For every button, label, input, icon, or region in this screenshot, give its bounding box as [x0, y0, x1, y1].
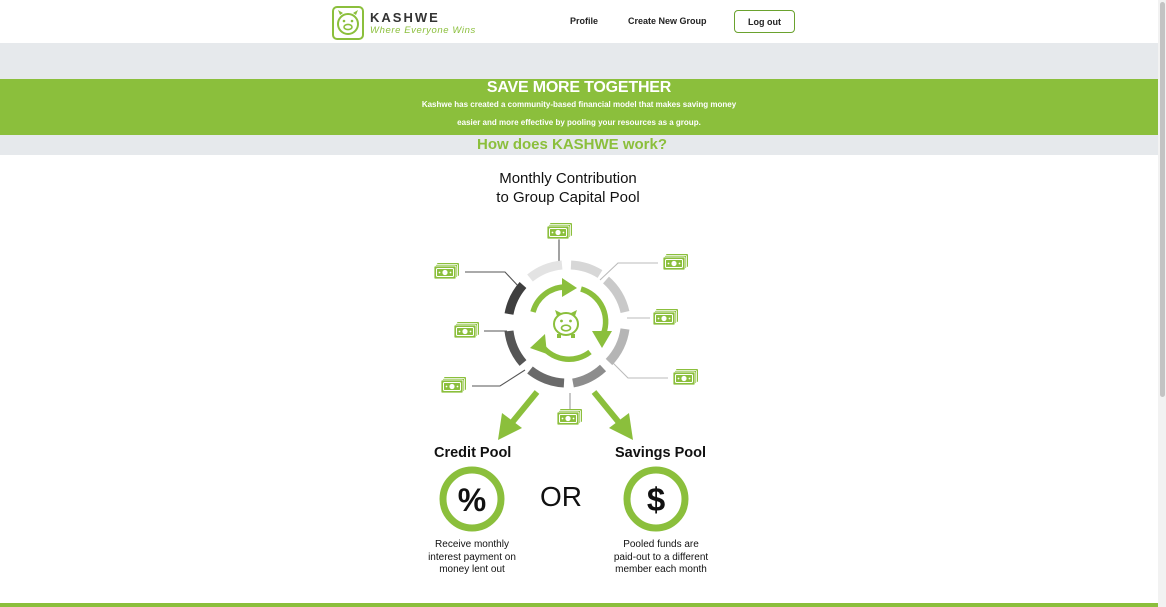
money-icon	[440, 376, 467, 394]
or-text: OR	[540, 481, 582, 512]
credit-pool-circle	[439, 466, 505, 532]
inner-cycle	[530, 284, 609, 362]
money-icon	[662, 253, 689, 271]
brand-logo[interactable]: KASHWE Where Everyone Wins	[332, 6, 492, 42]
nav-profile-link[interactable]: Profile	[570, 16, 598, 26]
banner-title: SAVE MORE TOGETHER	[486, 79, 672, 96]
hero-band	[0, 43, 1158, 79]
banner-text-line-1: Kashwe has created a community-based fin…	[421, 100, 737, 109]
savings-desc-line-2: paid-out to a different	[613, 551, 709, 563]
credit-desc-line-1: Receive monthly	[435, 539, 509, 550]
banner-text-line-2: easier and more effective by pooling you…	[457, 118, 701, 127]
how-it-works-heading: How does KASHWE work?	[476, 136, 667, 153]
split-arrows	[498, 390, 633, 440]
money-icons	[433, 222, 699, 426]
money-icon	[453, 321, 480, 339]
money-icon	[546, 222, 573, 240]
diagram-title-line-2: to Group Capital Pool	[496, 189, 640, 206]
percent-icon: %	[458, 482, 486, 518]
diagram-title-line-1: Monthly Contribution	[499, 170, 637, 187]
footer-divider	[0, 603, 1158, 607]
nav-create-group-link[interactable]: Create New Group	[628, 16, 707, 26]
savings-desc-line-3: member each month	[615, 564, 707, 575]
credit-desc-line-3: money lent out	[439, 564, 505, 575]
savings-desc-line-1: Pooled funds are	[623, 539, 699, 550]
savings-pool-description: Pooled funds are paid-out to a different…	[601, 539, 721, 577]
money-icon	[556, 408, 583, 426]
pig-logo-icon	[332, 6, 364, 40]
brand-name: KASHWE	[370, 10, 440, 25]
outer-ring	[504, 260, 630, 388]
dollar-icon: $	[647, 481, 665, 518]
money-icon	[672, 368, 699, 386]
credit-pool-description: Receive monthly interest payment on mone…	[412, 539, 532, 577]
brand-tagline: Where Everyone Wins	[370, 25, 476, 36]
credit-pool-label: Credit Pool	[434, 445, 512, 461]
savings-pool-circle	[623, 466, 689, 532]
savings-pool-label: Savings Pool	[615, 445, 707, 461]
promo-banner: SAVE MORE TOGETHER Kashwe has created a …	[0, 79, 1158, 135]
top-nav: KASHWE Where Everyone Wins Profile Creat…	[0, 0, 1158, 43]
logout-button[interactable]: Log out	[734, 10, 795, 33]
credit-desc-line-2: interest payment on	[428, 551, 516, 563]
connector-lines	[465, 232, 668, 410]
money-icon	[433, 262, 460, 280]
pig-center-icon	[553, 310, 579, 338]
scrollbar-thumb[interactable]	[1160, 2, 1165, 397]
cycle-arrowheads	[530, 278, 612, 354]
money-icon	[652, 308, 679, 326]
